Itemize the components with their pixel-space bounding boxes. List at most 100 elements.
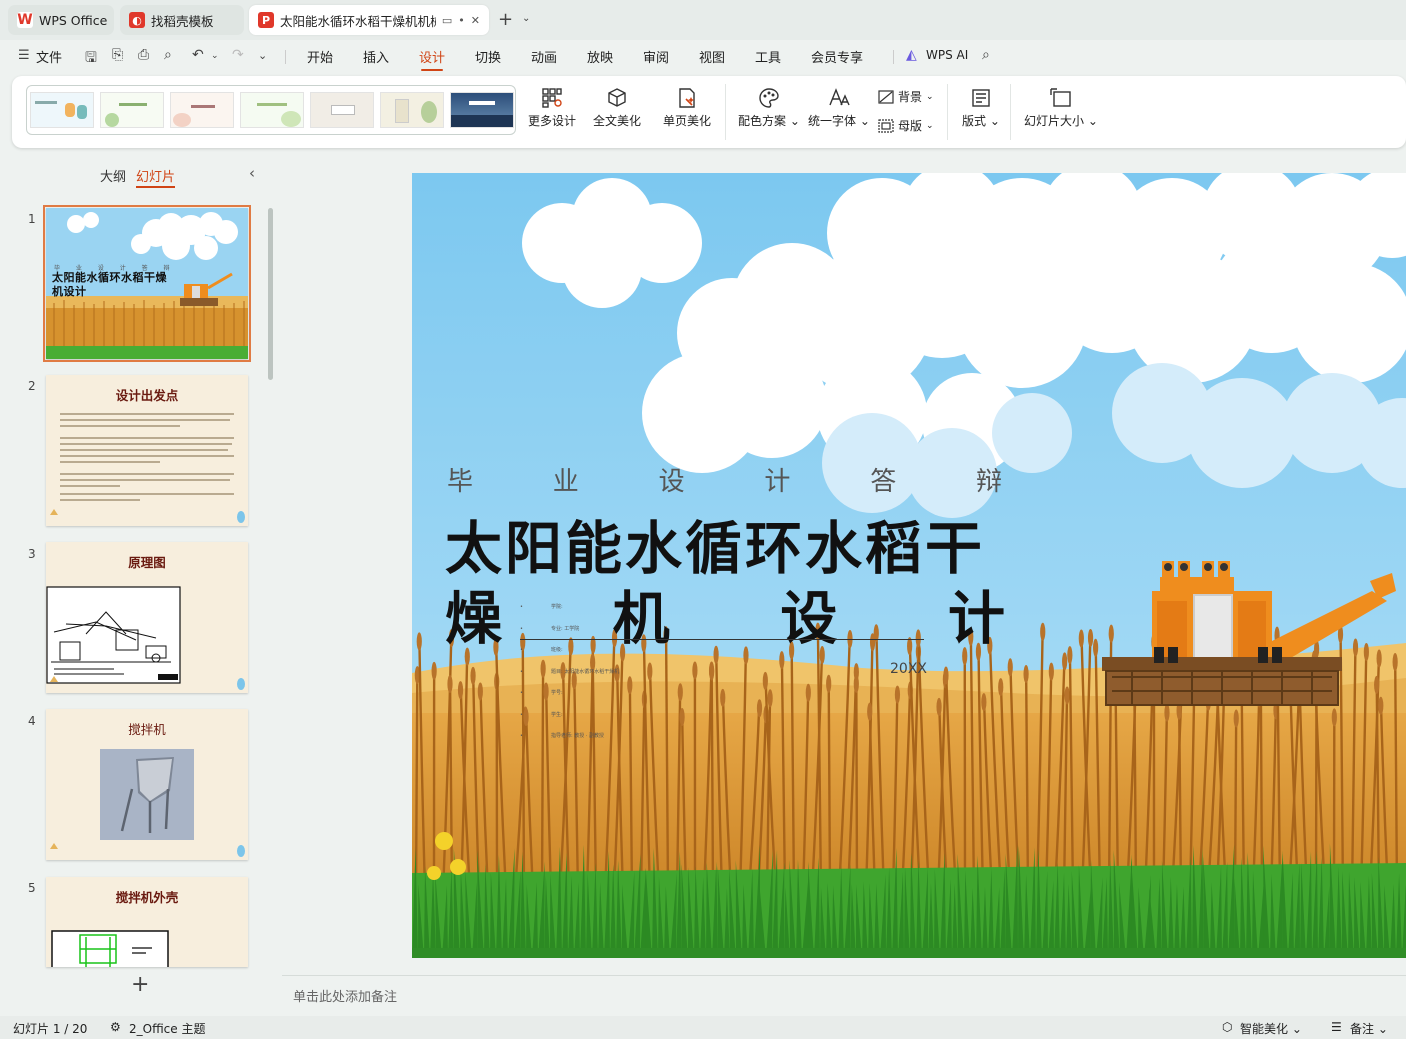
full-beautify-button[interactable]: 全文美化 [593, 84, 641, 129]
add-slide-button[interactable]: + [131, 972, 149, 997]
search-icon[interactable]: ⌕ [982, 47, 990, 63]
menu-insert[interactable]: 插入 [363, 47, 389, 66]
palette-icon [758, 84, 780, 112]
save-icon[interactable]: 🖫 [85, 47, 97, 71]
slide-size-icon [1049, 84, 1073, 112]
more-chevron-icon[interactable]: ⌄ [258, 49, 267, 62]
slide-thumbnail-3[interactable]: 原理图 [46, 542, 248, 693]
wheat-ear [1087, 628, 1094, 647]
wheat-ear [1164, 703, 1170, 722]
background-label: 背景 [898, 90, 923, 104]
subtitle-char: 计 [764, 467, 791, 497]
slide-thumbnail-4[interactable]: 搅拌机 [46, 709, 248, 860]
template-thumb-3[interactable] [170, 92, 234, 128]
divider [947, 84, 948, 140]
notes-icon: ☰ [1331, 1020, 1342, 1034]
color-scheme-label: 配色方案 ⌄ [738, 114, 800, 128]
more-design-button[interactable]: 更多设计 [528, 84, 576, 129]
divider [282, 975, 1406, 976]
info-line: • 指导老师: 教授 · 副教授 [520, 733, 604, 739]
theme-name[interactable]: 2_Office 主题 [129, 1020, 205, 1037]
print-preview-icon[interactable]: ⌕ [164, 47, 172, 63]
menu-view[interactable]: 视图 [699, 47, 725, 66]
menu-design[interactable]: 设计 [419, 47, 445, 71]
notes-toggle-button[interactable]: 备注 ⌄ [1350, 1020, 1388, 1037]
undo-icon[interactable]: ↶ [192, 47, 204, 63]
tab-current-document[interactable]: P 太阳能水循环水稻干燥机机械 ▭ • ✕ [249, 5, 489, 35]
menu-transition[interactable]: 切换 [475, 47, 501, 66]
background-icon [878, 89, 894, 104]
color-scheme-button[interactable]: 配色方案 ⌄ [738, 84, 800, 129]
status-bar: 幻灯片 1 / 20 ⚙ 2_Office 主题 ⬡ 智能美化 ⌄ ☰ 备注 ⌄ [0, 1016, 1406, 1039]
subtitle-char: 毕 [447, 467, 474, 497]
notes-placeholder[interactable]: 单击此处添加备注 [282, 982, 1406, 1014]
template-thumb-5[interactable] [310, 92, 374, 128]
monitor-icon[interactable]: ▭ [442, 14, 452, 27]
info-line: • 班级: [520, 647, 563, 653]
subtitle-char: 辩 [975, 467, 1002, 497]
template-thumb-2[interactable] [100, 92, 164, 128]
template-thumb-6[interactable] [380, 92, 444, 128]
smart-beautify-button[interactable]: 智能美化 ⌄ [1240, 1020, 1302, 1037]
share-icon[interactable]: ⎘ [112, 47, 123, 63]
master-button[interactable]: 母版 ⌄ [878, 117, 934, 134]
tab-wps-office[interactable]: W WPS Office [8, 5, 114, 35]
wheat-ear [936, 697, 942, 716]
wheat-ear [1233, 709, 1239, 728]
slide-canvas[interactable]: 毕 业 设 计 答 辩 太阳能水循环水稻干 燥 机 设 计 20XX • 学院: … [412, 173, 1406, 958]
menu-tools[interactable]: 工具 [755, 47, 781, 66]
title-char: 设 [780, 586, 838, 652]
wheat-stalk [855, 675, 859, 894]
layout-button[interactable]: 版式 ⌄ [962, 84, 1000, 129]
wheat-ear [826, 674, 832, 693]
background-button[interactable]: 背景 ⌄ [878, 88, 934, 105]
page-wand-icon [676, 84, 698, 112]
menu-home[interactable]: 开始 [307, 47, 333, 66]
menu-wps-ai[interactable]: WPS AI [926, 48, 968, 62]
menu-review[interactable]: 审阅 [643, 47, 669, 66]
subtitle-char: 业 [552, 467, 579, 497]
divider [893, 50, 894, 64]
wheat-ear [1376, 649, 1382, 668]
unify-font-button[interactable]: 统一字体 ⌄ [808, 84, 870, 129]
wheat-stalk [827, 675, 832, 894]
wheat-ear [1064, 686, 1070, 705]
wheat-ear [805, 683, 811, 702]
wheat-ear [1331, 708, 1337, 727]
menu-member[interactable]: 会员专享 [811, 47, 863, 66]
pane-scrollbar[interactable] [268, 208, 273, 380]
menu-animation[interactable]: 动画 [531, 47, 557, 66]
close-icon[interactable]: ✕ [471, 14, 480, 27]
print-icon[interactable]: ⎙ [138, 47, 149, 63]
undo-dropdown-icon[interactable]: ⌄ [211, 51, 219, 61]
slide-size-button[interactable]: 幻灯片大小 ⌄ [1024, 84, 1098, 129]
more-design-label: 更多设计 [528, 114, 577, 128]
menu-file[interactable]: 文件 [36, 47, 62, 66]
new-tab-icon[interactable]: + [498, 9, 513, 30]
collapse-pane-icon[interactable]: ‹ [249, 164, 255, 182]
hamburger-icon[interactable]: ☰ [18, 48, 30, 63]
template-thumb-1[interactable] [30, 92, 94, 128]
tab-outline[interactable]: 大纲 [100, 166, 126, 185]
tab-slides[interactable]: 幻灯片 [136, 166, 176, 188]
slide-thumbnail-1[interactable]: 毕 业 设 计 答 辩 太阳能水循环水稻干燥机设计 [43, 205, 251, 362]
wheat-ear [1023, 665, 1029, 684]
wheat-ear [998, 678, 1004, 697]
wheat-ear [1007, 658, 1013, 677]
slide-thumbnail-2[interactable]: 设计出发点 [46, 375, 248, 526]
redo-icon[interactable]: ↷ [232, 47, 244, 63]
template-thumb-7[interactable] [450, 92, 514, 128]
wheat-ear [431, 661, 437, 680]
smart-beautify-icon: ⬡ [1222, 1020, 1233, 1034]
slide-thumbnail-5[interactable]: 搅拌机外壳 [46, 877, 248, 967]
wheat-ear [867, 702, 873, 721]
chevron-down-icon[interactable]: ⌄ [522, 13, 530, 24]
menu-slideshow[interactable]: 放映 [587, 47, 613, 66]
tab-docer-templates[interactable]: ◐ 找稻壳模板 [120, 5, 244, 35]
wheat-ear [1062, 652, 1068, 671]
font-icon [828, 84, 850, 112]
title-bar: W WPS Office ◐ 找稻壳模板 P 太阳能水循环水稻干燥机机械 ▭ •… [0, 0, 1406, 40]
page-beautify-button[interactable]: 单页美化 [663, 84, 711, 129]
template-thumb-4[interactable] [240, 92, 304, 128]
wheat-ear [447, 675, 453, 694]
